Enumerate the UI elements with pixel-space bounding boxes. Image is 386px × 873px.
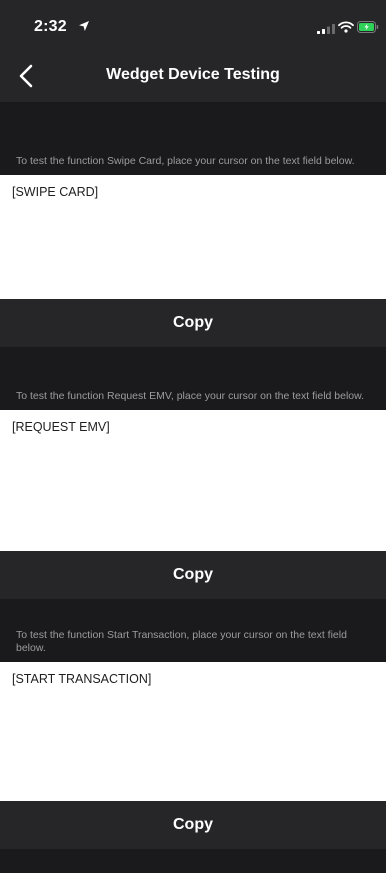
wifi-icon: [338, 21, 354, 33]
status-bar: 2:32: [0, 0, 386, 50]
swipe-card-copy-button[interactable]: Copy: [0, 299, 386, 347]
status-time: 2:32: [34, 18, 67, 35]
request-emv-copy-button[interactable]: Copy: [0, 551, 386, 599]
start-transaction-instruction: To test the function Start Transaction, …: [0, 599, 386, 662]
request-emv-instruction: To test the function Request EMV, place …: [0, 347, 386, 410]
start-transaction-instruction-text: To test the function Start Transaction, …: [16, 629, 347, 654]
start-transaction-field-value: [START TRANSACTION]: [12, 672, 152, 686]
swipe-card-copy-label: Copy: [173, 314, 213, 331]
request-emv-field[interactable]: [REQUEST EMV]: [0, 410, 386, 551]
start-transaction-copy-button[interactable]: Copy: [0, 801, 386, 849]
request-emv-copy-label: Copy: [173, 566, 213, 583]
cellular-signal-icon: [317, 24, 335, 34]
battery-charging-icon: [357, 21, 379, 33]
request-emv-field-value: [REQUEST EMV]: [12, 420, 110, 434]
location-arrow-icon: [79, 21, 89, 31]
chevron-left-icon: [19, 64, 33, 88]
page-title: Wedget Device Testing: [106, 66, 280, 83]
swipe-card-field-value: [SWIPE CARD]: [12, 185, 99, 199]
swipe-card-instruction-text: To test the function Swipe Card, place y…: [16, 155, 355, 167]
swipe-card-instruction: To test the function Swipe Card, place y…: [0, 102, 386, 175]
back-button[interactable]: [8, 58, 44, 94]
start-transaction-copy-label: Copy: [173, 816, 213, 833]
request-emv-instruction-text: To test the function Request EMV, place …: [16, 390, 365, 402]
navigation-bar: Wedget Device Testing: [0, 50, 386, 102]
start-transaction-field[interactable]: [START TRANSACTION]: [0, 662, 386, 801]
swipe-card-field[interactable]: [SWIPE CARD]: [0, 175, 386, 299]
